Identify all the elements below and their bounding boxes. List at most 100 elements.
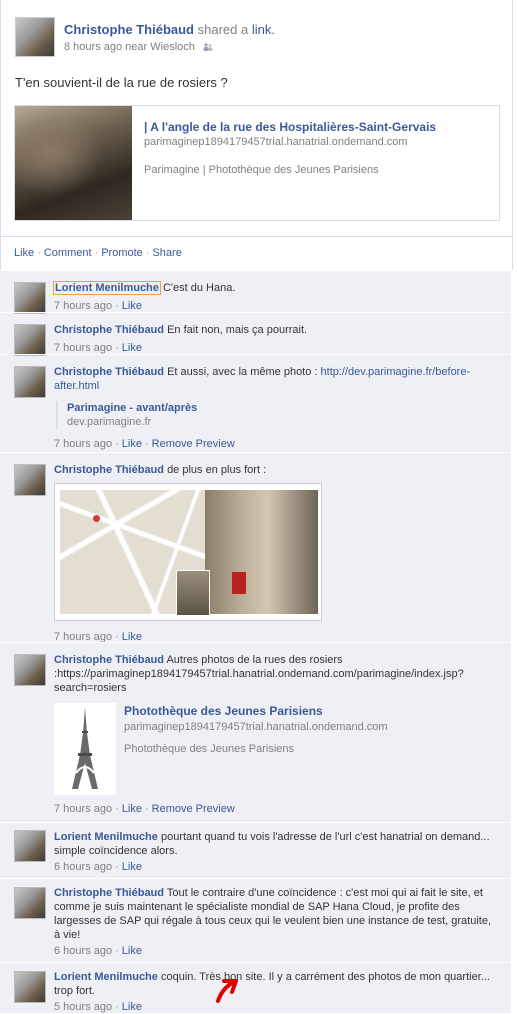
comment-item: Christophe Thiébaud de plus en plus fort… bbox=[0, 452, 511, 643]
comment-item: Christophe Thiébaud Autres photos de la … bbox=[0, 642, 511, 823]
comment-like-button[interactable]: Like bbox=[122, 438, 142, 450]
comment-meta: 6 hours ago · Like bbox=[54, 861, 142, 873]
post-near-text: near bbox=[125, 41, 148, 53]
comment-author-link[interactable]: Christophe Thiébaud bbox=[54, 464, 164, 476]
comment-timestamp[interactable]: 6 hours ago bbox=[54, 861, 112, 873]
separator-dot: · bbox=[37, 247, 41, 259]
post-card: Christophe Thiébaud shared a link. 8 hou… bbox=[0, 0, 513, 237]
comment-author-link[interactable]: Lorient Menilmuche bbox=[54, 971, 158, 983]
comment-meta: 6 hours ago · Like bbox=[54, 945, 142, 957]
comment-body: Christophe Thiébaud Et aussi, avec la mê… bbox=[54, 365, 494, 451]
comment-like-button[interactable]: Like bbox=[122, 945, 142, 957]
comment-author-link[interactable]: Christophe Thiébaud bbox=[54, 887, 164, 899]
comment-item: Christophe Thiébaud En fait non, mais ça… bbox=[0, 312, 511, 356]
link-preview-title[interactable]: Parimagine - avant/après bbox=[67, 401, 494, 415]
comment-item: Lorient Menilmuche pourtant quand tu voi… bbox=[0, 822, 511, 879]
separator-dot: · bbox=[94, 247, 99, 259]
comment-timestamp[interactable]: 7 hours ago bbox=[54, 438, 112, 450]
comment-timestamp[interactable]: 6 hours ago bbox=[54, 945, 112, 957]
comment-meta: 7 hours ago · Like · Remove Preview bbox=[54, 438, 235, 450]
post-timestamp[interactable]: 8 hours ago bbox=[64, 41, 122, 53]
comment-author-link[interactable]: Christophe Thiébaud bbox=[54, 324, 164, 336]
comment-like-button[interactable]: Like bbox=[122, 803, 142, 815]
post-action-link[interactable]: link. bbox=[252, 22, 275, 37]
comment-body: Christophe Thiébaud Tout le contraire d'… bbox=[54, 886, 494, 958]
commenter-avatar[interactable] bbox=[14, 366, 46, 398]
comment-meta: 7 hours ago · Like bbox=[54, 342, 142, 354]
comment-meta: 7 hours ago · Like bbox=[54, 300, 142, 312]
comment-url-link[interactable]: https://parimaginep1894179457trial.hanat… bbox=[54, 668, 464, 694]
post-author-link[interactable]: Christophe Thiébaud bbox=[64, 22, 194, 37]
comment-item: Lorient Menilmuche C'est du Hana. 7 hour… bbox=[0, 270, 511, 314]
comment-meta: 7 hours ago · Like · Remove Preview bbox=[54, 803, 235, 815]
street-view-photo bbox=[205, 490, 318, 614]
promote-button[interactable]: Promote bbox=[101, 247, 143, 259]
remove-preview-button[interactable]: Remove Preview bbox=[152, 438, 235, 450]
street-view-thumbnail bbox=[176, 570, 210, 616]
comment-author-link[interactable]: Lorient Menilmuche bbox=[54, 831, 158, 843]
post-message: T'en souvient-il de la rue de rosiers ? bbox=[15, 75, 228, 90]
like-button[interactable]: Like bbox=[14, 247, 34, 259]
friends-audience-icon[interactable] bbox=[203, 43, 213, 52]
comment-body: Lorient Menilmuche pourtant quand tu voi… bbox=[54, 830, 494, 874]
comment-author-link[interactable]: Christophe Thiébaud bbox=[54, 366, 164, 378]
commenter-avatar[interactable] bbox=[14, 654, 46, 686]
comment-item: Christophe Thiébaud Et aussi, avec la mê… bbox=[0, 354, 511, 453]
share-button[interactable]: Share bbox=[152, 247, 181, 259]
link-preview-description: Photothèque des Jeunes Parisiens bbox=[124, 743, 295, 755]
post-meta: 8 hours ago near Wiesloch bbox=[64, 41, 213, 53]
comment-image-attachment[interactable] bbox=[54, 483, 322, 621]
post-header: Christophe Thiébaud shared a link. bbox=[64, 22, 275, 37]
comment-like-button[interactable]: Like bbox=[122, 861, 142, 873]
commenter-avatar[interactable] bbox=[14, 282, 46, 314]
commenter-avatar[interactable] bbox=[14, 830, 46, 862]
comment-text: En fait non, mais ça pourrait. bbox=[167, 324, 308, 336]
shared-link-description: Parimagine | Photothèque des Jeunes Pari… bbox=[144, 164, 379, 176]
link-preview-url: dev.parimagine.fr bbox=[67, 416, 152, 428]
comment-timestamp[interactable]: 7 hours ago bbox=[54, 300, 112, 312]
comment-author-link[interactable]: Lorient Menilmuche bbox=[53, 281, 161, 295]
comment-body: Christophe Thiébaud de plus en plus fort… bbox=[54, 463, 494, 644]
shared-link-url: parimaginep1894179457trial.hanatrial.ond… bbox=[144, 136, 408, 148]
comment-body: Lorient Menilmuche coquin. Très bon site… bbox=[54, 970, 494, 1014]
comment-body: Christophe Thiébaud Autres photos de la … bbox=[54, 653, 494, 816]
comment-like-button[interactable]: Like bbox=[122, 1001, 142, 1013]
shared-link-card[interactable]: | A l'angle de la rue des Hospitalières-… bbox=[14, 105, 500, 221]
post-action-bar: Like · Comment · Promote · Share bbox=[0, 236, 513, 270]
comment-timestamp[interactable]: 7 hours ago bbox=[54, 803, 112, 815]
red-door bbox=[232, 572, 246, 594]
comment-button[interactable]: Comment bbox=[44, 247, 92, 259]
remove-preview-button[interactable]: Remove Preview bbox=[152, 803, 235, 815]
comment-author-link[interactable]: Christophe Thiébaud bbox=[54, 654, 164, 666]
comment-meta: 5 hours ago · Like bbox=[54, 1001, 142, 1013]
commenter-avatar[interactable] bbox=[14, 971, 46, 1003]
comment-text: Et aussi, avec la même photo : bbox=[167, 366, 321, 378]
link-preview[interactable]: Parimagine - avant/après dev.parimagine.… bbox=[56, 401, 494, 429]
comment-body: Christophe Thiébaud En fait non, mais ça… bbox=[54, 323, 494, 355]
link-preview[interactable]: Photothèque des Jeunes Parisiens parimag… bbox=[54, 703, 494, 795]
shared-link-thumbnail[interactable] bbox=[15, 106, 132, 220]
author-avatar[interactable] bbox=[15, 17, 55, 57]
map-pin-icon bbox=[93, 515, 100, 522]
comment-text: C'est du Hana. bbox=[162, 282, 236, 294]
separator-dot: · bbox=[145, 247, 150, 259]
comment-text: de plus en plus fort : bbox=[167, 464, 267, 476]
link-preview-title[interactable]: Photothèque des Jeunes Parisiens bbox=[124, 703, 388, 719]
eiffel-tower-thumbnail[interactable] bbox=[54, 703, 116, 795]
comment-like-button[interactable]: Like bbox=[122, 300, 142, 312]
red-annotation-arrow-icon bbox=[216, 979, 238, 1003]
shared-link-title[interactable]: | A l'angle de la rue des Hospitalières-… bbox=[144, 120, 436, 134]
commenter-avatar[interactable] bbox=[14, 464, 46, 496]
post-location[interactable]: Wiesloch bbox=[150, 41, 195, 53]
link-preview-url: parimaginep1894179457trial.hanatrial.ond… bbox=[124, 721, 388, 733]
comment-timestamp[interactable]: 5 hours ago bbox=[54, 1001, 112, 1013]
commenter-avatar[interactable] bbox=[14, 887, 46, 919]
comment-timestamp[interactable]: 7 hours ago bbox=[54, 342, 112, 354]
commenter-avatar[interactable] bbox=[14, 324, 46, 356]
comment-item: Lorient Menilmuche coquin. Très bon site… bbox=[0, 962, 511, 1014]
comment-item: Christophe Thiébaud Tout le contraire d'… bbox=[0, 878, 511, 963]
comment-like-button[interactable]: Like bbox=[122, 342, 142, 354]
comment-body: Lorient Menilmuche C'est du Hana. 7 hour… bbox=[53, 281, 494, 313]
post-action-text: shared a bbox=[197, 22, 249, 37]
comments-section: Lorient Menilmuche C'est du Hana. 7 hour… bbox=[0, 270, 511, 1013]
